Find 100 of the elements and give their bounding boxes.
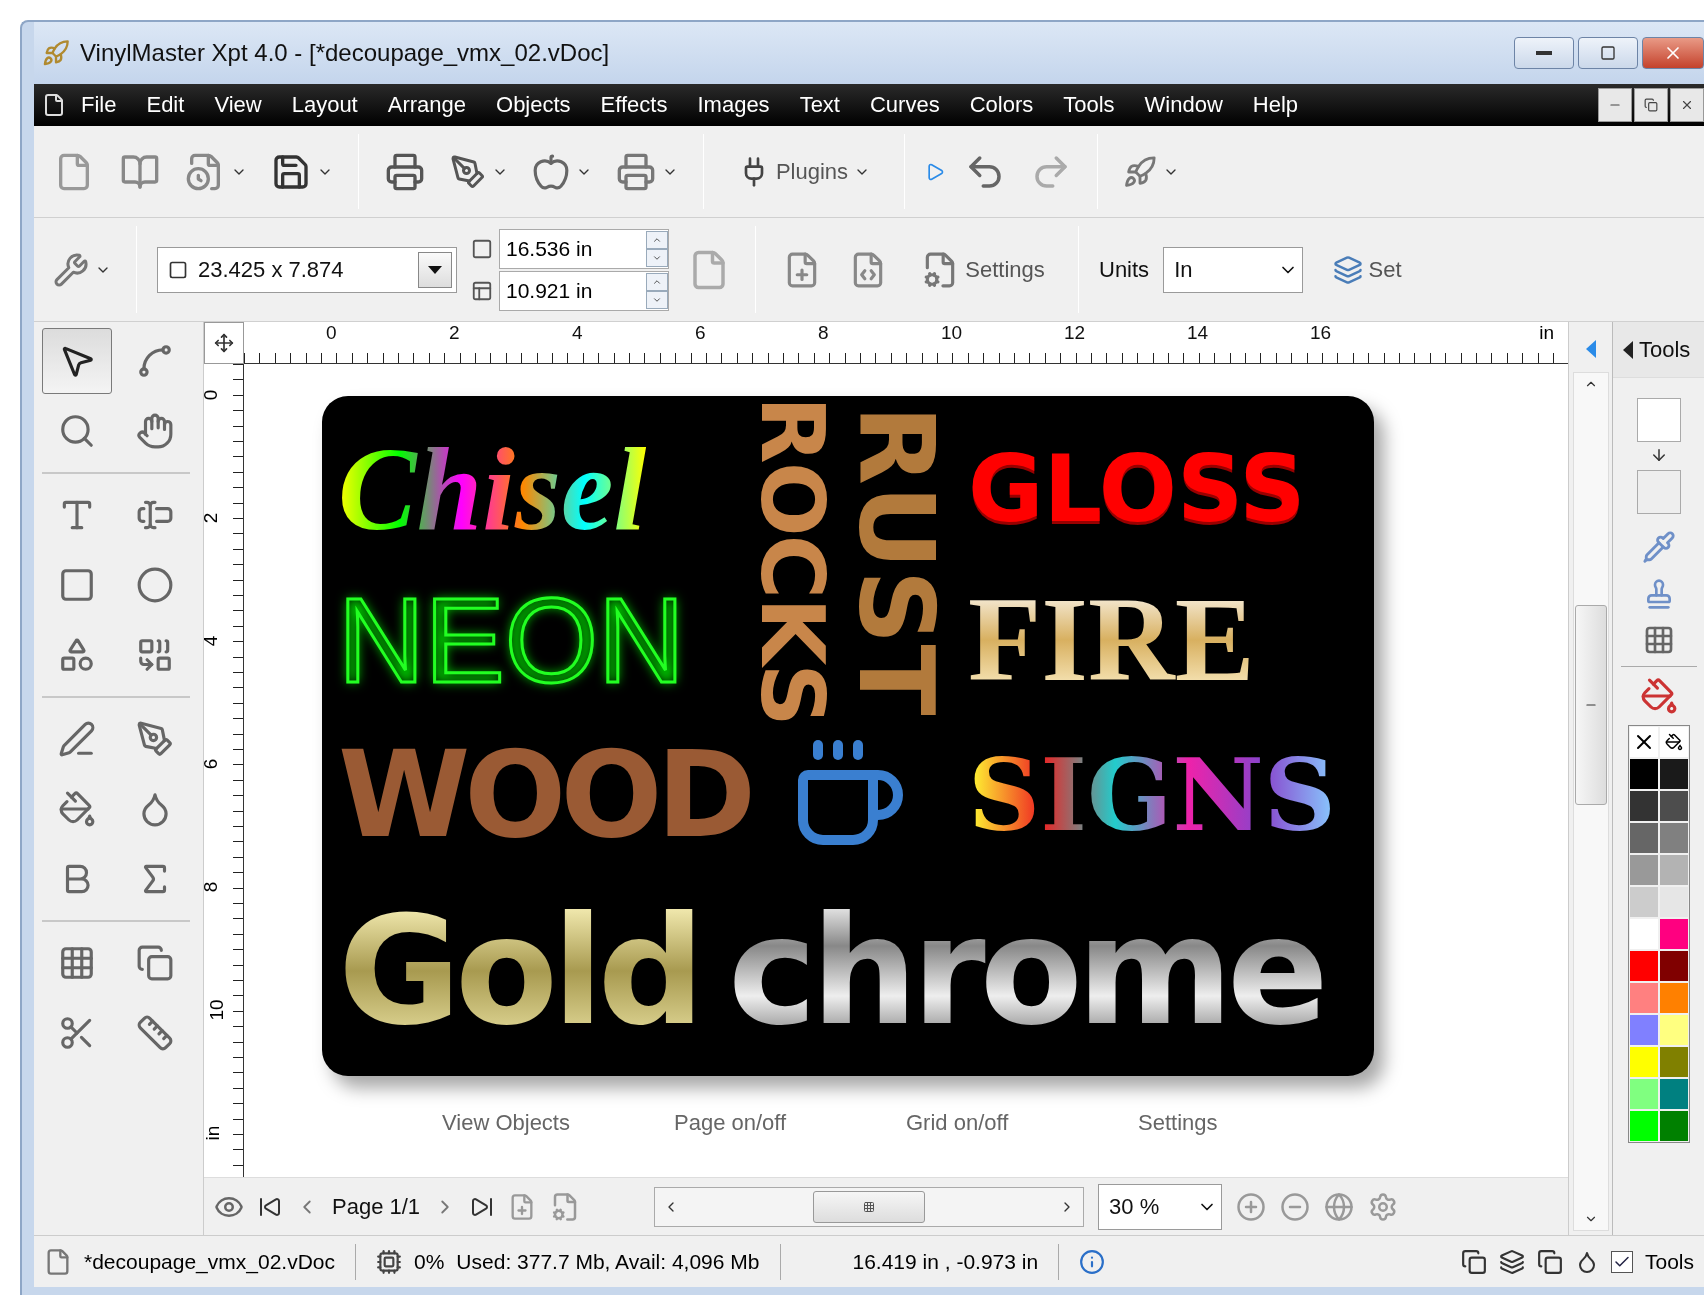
horizontal-scrollbar[interactable] [654, 1186, 1085, 1227]
collapse-icon[interactable] [1623, 340, 1633, 359]
copy-icon [1460, 1248, 1487, 1275]
color-swatch[interactable] [1659, 887, 1688, 917]
color-swatch[interactable] [1629, 855, 1658, 885]
color-swatch[interactable] [1629, 1015, 1658, 1045]
menu-item[interactable]: Images [682, 92, 785, 118]
ruler-number: 6 [695, 322, 707, 344]
color-swatch[interactable] [1629, 823, 1658, 853]
design-word: NEON [338, 580, 685, 700]
scroll-thumb[interactable] [1574, 605, 1607, 805]
outline-swatch[interactable] [1636, 470, 1681, 514]
layers-icon [1498, 1248, 1525, 1275]
maximize-button[interactable] [1578, 37, 1638, 69]
color-swatch[interactable] [1629, 1079, 1658, 1109]
vertical-scrollbar[interactable] [1572, 372, 1609, 1231]
clear-fill-icon [1639, 677, 1678, 715]
menu-item[interactable]: Layout [276, 92, 373, 118]
color-swatch[interactable] [1659, 855, 1688, 885]
color-swatch[interactable] [1659, 823, 1688, 853]
zoom-in-icon [1236, 1191, 1267, 1222]
menu-item[interactable]: Help [1237, 92, 1314, 118]
ruler-number: 16 [1310, 322, 1333, 344]
plugins-button[interactable]: Plugins [724, 143, 884, 200]
fill-bucket-icon [58, 790, 96, 828]
menu-item[interactable]: Edit [131, 92, 200, 118]
color-picker-swatch[interactable] [1659, 727, 1688, 757]
menu-item[interactable]: Tools [1048, 92, 1130, 118]
units-dropdown[interactable]: In [1163, 246, 1304, 293]
menu-item[interactable]: File [66, 92, 132, 118]
zoom-dropdown[interactable]: 30 % [1098, 1183, 1223, 1230]
maximize-icon [1600, 45, 1616, 61]
menu-item[interactable]: Curves [855, 92, 955, 118]
menu-item[interactable]: Effects [585, 92, 683, 118]
color-swatch[interactable] [1629, 951, 1658, 981]
close-button[interactable] [1670, 88, 1704, 122]
document-icon [42, 93, 66, 117]
design-word: WOOD [338, 735, 750, 855]
ruler-number: 4 [572, 322, 584, 344]
set-button[interactable]: Set [1317, 241, 1418, 298]
canvas-option-label[interactable]: Page on/off [674, 1110, 906, 1136]
menu-item[interactable]: Objects [481, 92, 586, 118]
ruler-icon [136, 1014, 174, 1052]
color-swatch[interactable] [1629, 887, 1658, 917]
color-swatch[interactable] [1629, 759, 1658, 789]
page-indicator: Page 1/1 [332, 1193, 421, 1220]
color-swatch[interactable] [1659, 951, 1688, 981]
canvas-option-label[interactable]: View Objects [442, 1110, 674, 1136]
spin-up-button[interactable] [646, 272, 668, 291]
spin-up-button[interactable] [646, 230, 668, 249]
color-swatch[interactable] [1659, 759, 1688, 789]
no-color-swatch[interactable] [1629, 727, 1658, 757]
layers-icon [1332, 254, 1363, 285]
color-swatch[interactable] [1659, 983, 1688, 1013]
tool-button[interactable] [42, 328, 112, 394]
printer-icon [616, 151, 656, 192]
color-swatch[interactable] [1629, 919, 1658, 949]
ruler-unit: in [204, 1125, 225, 1141]
color-swatch[interactable] [1629, 1047, 1658, 1077]
menu-item[interactable]: Text [784, 92, 855, 118]
scroll-thumb[interactable] [813, 1190, 926, 1223]
color-swatch[interactable] [1659, 1015, 1688, 1045]
settings-button[interactable]: Settings [908, 241, 1058, 298]
ruler-number: 4 [204, 635, 223, 647]
minimize-button[interactable] [1514, 37, 1574, 69]
color-swatch[interactable] [1659, 1079, 1688, 1109]
memory-percent: 0% [414, 1249, 445, 1274]
panel-title: Tools [1639, 336, 1691, 363]
menu-item[interactable]: Window [1129, 92, 1238, 118]
ruler-number: 12 [1064, 322, 1087, 344]
menu-item[interactable]: View [199, 92, 277, 118]
canvas-option-label[interactable]: Settings [1138, 1110, 1370, 1136]
menu-item[interactable]: Arrange [372, 92, 481, 118]
restore-button[interactable] [1634, 88, 1668, 122]
copy-icon [1536, 1248, 1563, 1275]
color-swatch[interactable] [1659, 919, 1688, 949]
color-swatch[interactable] [1659, 791, 1688, 821]
height-field[interactable]: 10.921 in [499, 270, 669, 311]
ruler-number: 10 [205, 999, 228, 1021]
color-swatch[interactable] [1629, 983, 1658, 1013]
fill-swatch[interactable] [1636, 398, 1681, 442]
page-size-dropdown[interactable]: 23.425 x 7.874 [157, 246, 457, 293]
color-swatch[interactable] [1659, 1111, 1688, 1141]
gear-icon [1368, 1191, 1399, 1222]
ruler-number: 10 [941, 322, 964, 344]
app-logo-icon [42, 39, 70, 67]
tools-checkbox[interactable] [1610, 1250, 1633, 1273]
canvas-option-label[interactable]: Grid on/off [906, 1110, 1138, 1136]
color-swatch[interactable] [1659, 1047, 1688, 1077]
zoom-icon [58, 412, 96, 450]
globe-icon [1324, 1191, 1355, 1222]
memory-icon [376, 1248, 402, 1275]
width-field[interactable]: 16.536 in [499, 228, 669, 269]
color-swatch[interactable] [1629, 791, 1658, 821]
menu-item[interactable]: Colors [954, 92, 1049, 118]
dropdown-button[interactable] [418, 251, 452, 288]
design-word: RUST [844, 404, 948, 716]
close-button[interactable] [1642, 37, 1704, 69]
ruler-unit: in [1539, 322, 1554, 344]
color-swatch[interactable] [1629, 1111, 1658, 1141]
